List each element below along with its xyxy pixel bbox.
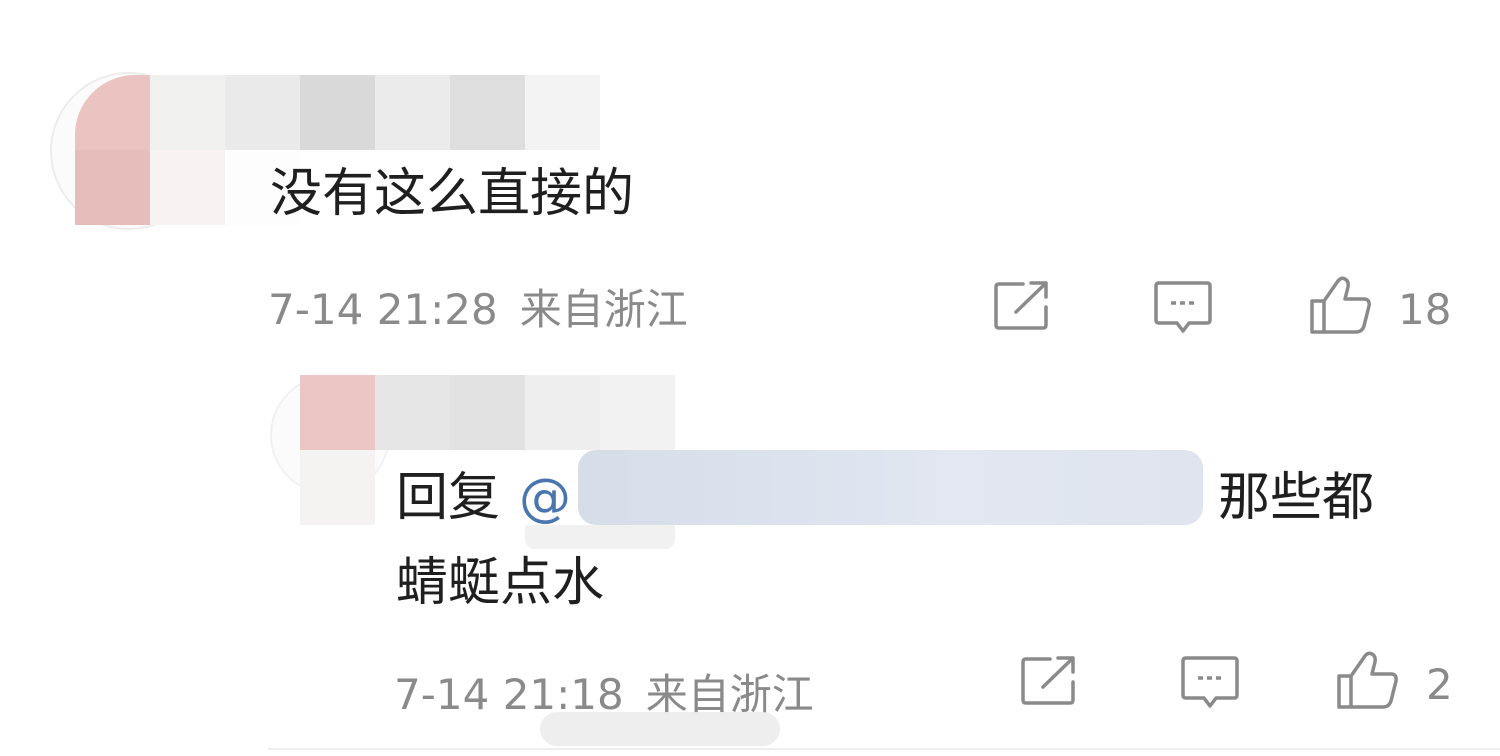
share-icon[interactable] bbox=[993, 279, 1053, 333]
scroll-indicator bbox=[540, 712, 780, 746]
like-count: 18 bbox=[1398, 285, 1452, 334]
comment-icon[interactable] bbox=[1180, 655, 1240, 711]
share-icon[interactable] bbox=[1020, 654, 1080, 708]
comment-text: 没有这么直接的 bbox=[270, 164, 635, 224]
comment-meta: 7-14 21:28 来自浙江 bbox=[268, 289, 688, 331]
redacted-mention-tail bbox=[525, 525, 675, 549]
comment-date: 7-14 bbox=[268, 285, 364, 334]
redacted-mention-username[interactable] bbox=[578, 450, 1203, 525]
comment-meta: 7-14 21:18 来自浙江 bbox=[394, 674, 814, 716]
comment-location: 来自浙江 bbox=[519, 285, 688, 334]
comment-date: 7-14 bbox=[394, 670, 490, 719]
thumbs-up-icon[interactable] bbox=[1308, 274, 1374, 336]
comment-time: 21:28 bbox=[376, 285, 498, 334]
reply-text: 蜻蜓点水 bbox=[396, 553, 605, 613]
like-count: 2 bbox=[1426, 660, 1453, 709]
mention-at[interactable]: @ bbox=[519, 472, 571, 524]
reply-prefix: 回复 bbox=[396, 468, 501, 528]
reply-text: 那些都 bbox=[1218, 468, 1375, 528]
comment-icon[interactable] bbox=[1153, 280, 1213, 336]
divider bbox=[268, 748, 1500, 750]
thumbs-up-icon[interactable] bbox=[1335, 649, 1401, 711]
